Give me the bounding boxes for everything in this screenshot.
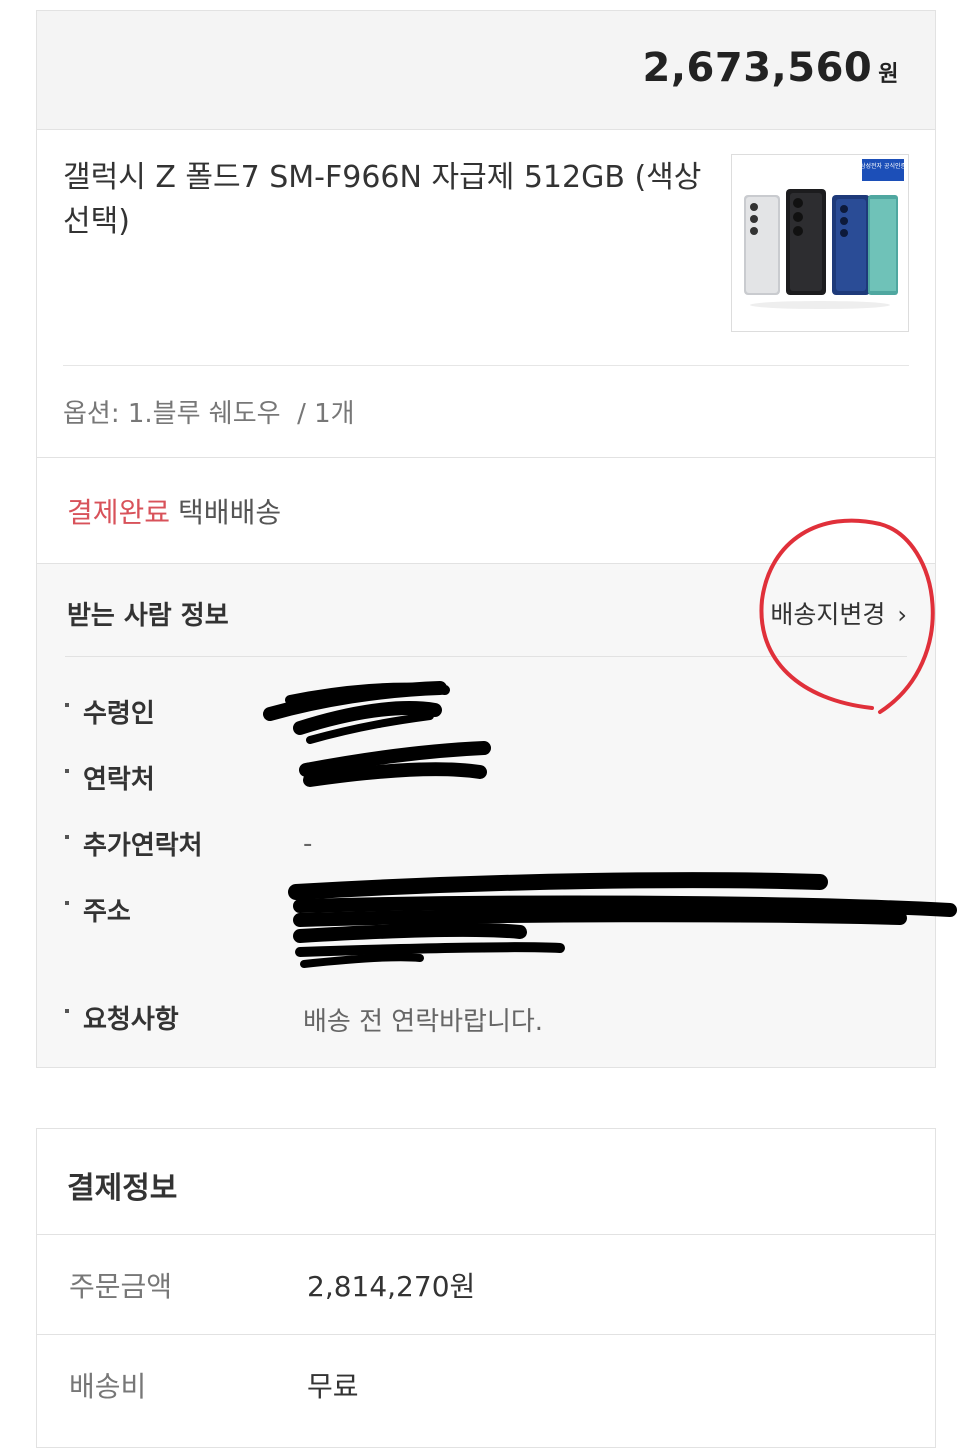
product-item[interactable]: 갤럭시 Z 폴드7 SM-F966N 자급제 512GB (색상선택) 삼성전자… (37, 130, 935, 366)
bullet-icon (65, 901, 69, 905)
product-thumbnail[interactable]: 삼성전자 공식인증 (731, 154, 909, 332)
order-price-bar: 2,673,560 원 (37, 11, 935, 130)
product-option: 옵션: 1.블루 쉐도우 / 1개 (63, 393, 355, 430)
order-card: 2,673,560 원 갤럭시 Z 폴드7 SM-F966N 자급제 512GB … (36, 10, 936, 1068)
order-total-amount: 2,673,560 (642, 45, 873, 91)
row-label: 수령인 (83, 699, 155, 729)
receiver-info-section: 받는 사람 정보 배송지변경 › 수령인 연락처 추가연락처 - 주소 요청사항… (37, 563, 935, 1067)
bullet-icon (65, 835, 69, 839)
receiver-extra-phone-value: - (303, 829, 313, 859)
payment-value: 무료 (307, 1370, 359, 1403)
status-paid: 결제완료 (67, 496, 171, 529)
payment-info-card: 결제정보 주문금액 2,814,270원 배송비 무료 (36, 1128, 936, 1448)
row-label: 요청사항 (83, 1005, 179, 1035)
receiver-request-value: 배송 전 연락바랍니다. (303, 1007, 544, 1037)
receiver-row-address: 주소 (65, 891, 131, 928)
divider (65, 656, 907, 657)
receiver-info-title: 받는 사람 정보 (67, 601, 229, 631)
bullet-icon (65, 769, 69, 773)
change-address-label: 배송지변경 (770, 600, 886, 629)
product-name[interactable]: 갤럭시 Z 폴드7 SM-F966N 자급제 512GB (색상선택) (63, 156, 703, 244)
thumbnail-badge-text: 삼성전자 공식인증 (860, 162, 907, 170)
payment-row-order-amount: 주문금액 2,814,270원 (37, 1234, 935, 1335)
order-total-unit: 원 (878, 62, 899, 87)
payment-label: 주문금액 (69, 1270, 173, 1303)
receiver-row-extra-phone: 추가연락처 (65, 825, 203, 862)
delivery-type: 택배배송 (178, 496, 282, 529)
receiver-row-name: 수령인 (65, 693, 155, 730)
change-address-link[interactable]: 배송지변경 › (770, 595, 907, 631)
receiver-row-phone: 연락처 (65, 759, 155, 796)
row-label: 주소 (83, 897, 131, 927)
payment-value: 2,814,270원 (307, 1270, 476, 1303)
option-text: 옵션: 1.블루 쉐도우 (63, 399, 281, 429)
divider (63, 365, 909, 366)
order-status: 결제완료 택배배송 (67, 491, 281, 531)
bullet-icon (65, 703, 69, 707)
divider (37, 563, 935, 564)
payment-label: 배송비 (69, 1370, 147, 1403)
divider (37, 457, 935, 458)
phone-image: 삼성전자 공식인증 (744, 159, 907, 309)
receiver-row-request: 요청사항 (65, 999, 179, 1036)
payment-info-title: 결제정보 (67, 1171, 178, 1206)
row-label: 추가연락처 (83, 831, 203, 861)
row-label: 연락처 (83, 765, 155, 795)
payment-row-shipping-fee: 배송비 무료 (37, 1334, 935, 1435)
quantity-text: / 1개 (297, 399, 355, 429)
bullet-icon (65, 1009, 69, 1013)
order-total-price: 2,673,560 원 (643, 45, 899, 91)
chevron-right-icon: › (897, 601, 907, 629)
